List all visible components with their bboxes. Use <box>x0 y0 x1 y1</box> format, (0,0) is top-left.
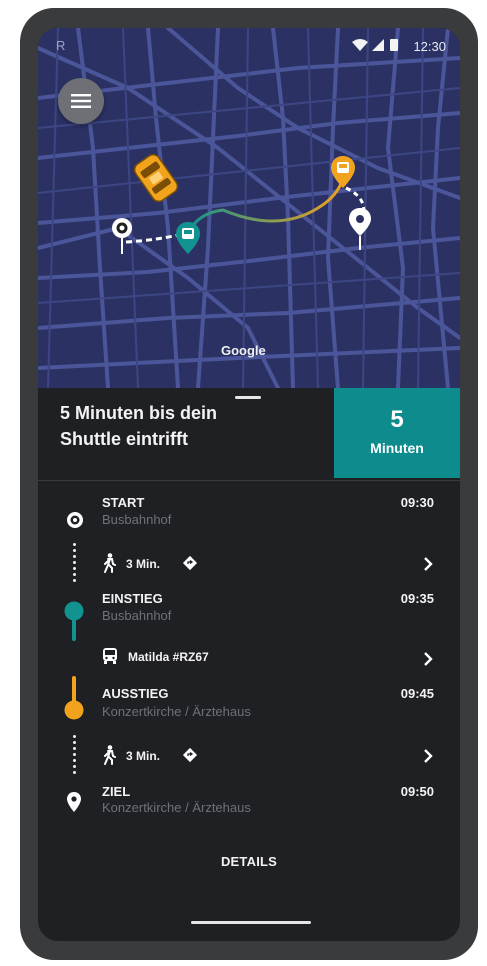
destination-time: 09:50 <box>400 784 434 799</box>
walk-1-duration: 3 Min. <box>126 557 161 571</box>
destination-title: ZIEL <box>102 784 131 799</box>
chevron-right-icon <box>424 557 433 571</box>
walk-dots <box>73 543 77 585</box>
walk-icon <box>104 745 116 765</box>
menu-button[interactable] <box>58 78 104 124</box>
signal-icon <box>372 39 384 51</box>
home-indicator[interactable] <box>191 921 311 924</box>
minutes-value: 5 <box>390 406 404 433</box>
taxi-icon <box>133 153 179 203</box>
exit-stop-icon <box>64 676 84 720</box>
destination-subtitle: Konzertkirche / Ärztehaus <box>102 800 251 815</box>
exit-title: AUSSTIEG <box>102 686 169 701</box>
start-title: START <box>102 495 145 510</box>
divider <box>38 480 460 481</box>
start-subtitle: Busbahnhof <box>102 512 172 527</box>
status-time: 12:30 <box>413 39 446 54</box>
status-icons <box>352 38 402 55</box>
status-carrier: R <box>56 38 66 53</box>
chevron-right-icon <box>424 652 433 666</box>
google-attribution: Google <box>221 343 266 358</box>
chevron-right-icon <box>424 749 433 763</box>
sheet-drag-handle[interactable] <box>235 396 261 399</box>
destination-icon <box>67 792 81 812</box>
arrival-message: 5 Minuten bis dein Shuttle eintrifft <box>60 403 218 449</box>
details-button[interactable]: DETAILS <box>38 854 460 869</box>
shuttle-dropoff-icon <box>331 156 355 188</box>
walk-2-duration: 3 Min. <box>126 749 161 763</box>
boarding-stop-icon <box>64 601 84 641</box>
destination-pin-icon <box>349 208 371 250</box>
app-screen: R 12:30 Google 5 Minuten bis dein Shuttl… <box>38 28 460 941</box>
start-time: 09:30 <box>400 495 434 510</box>
direction-sign-icon <box>182 747 198 763</box>
minutes-badge: 5 Minuten <box>334 388 460 478</box>
boarding-title: EINSTIEG <box>102 591 163 606</box>
start-icon <box>67 512 83 528</box>
map-view[interactable]: R 12:30 Google <box>38 28 460 388</box>
boarding-subtitle: Busbahnhof <box>102 608 172 623</box>
shuttle-pickup-icon <box>176 222 200 254</box>
status-bar: R 12:30 <box>38 34 460 54</box>
exit-subtitle: Konzertkirche / Ärztehaus <box>102 704 251 719</box>
boarding-time: 09:35 <box>400 591 434 606</box>
start-pin-icon <box>112 218 132 254</box>
wifi-icon <box>352 39 368 51</box>
bus-icon <box>103 648 117 664</box>
direction-sign-icon <box>182 555 198 571</box>
walk-dots <box>73 735 77 777</box>
walk-icon <box>104 553 116 573</box>
minutes-label: Minuten <box>370 440 424 456</box>
map-roads <box>38 28 460 388</box>
battery-icon <box>390 39 398 51</box>
exit-time: 09:45 <box>400 686 434 701</box>
shuttle-name: Matilda #RZ67 <box>128 650 209 664</box>
menu-icon <box>71 94 91 108</box>
